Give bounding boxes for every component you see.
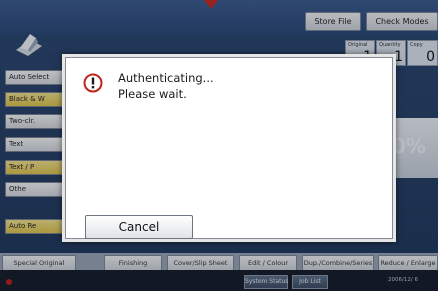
authenticating-dialog: Authenticating... Please wait. Cancel [62, 54, 396, 242]
dialog-message-line1: Authenticating... [118, 71, 214, 85]
dialog-message-line2: Please wait. [118, 87, 187, 101]
cancel-button[interactable]: Cancel [85, 215, 193, 239]
info-exclamation-icon [83, 73, 103, 93]
